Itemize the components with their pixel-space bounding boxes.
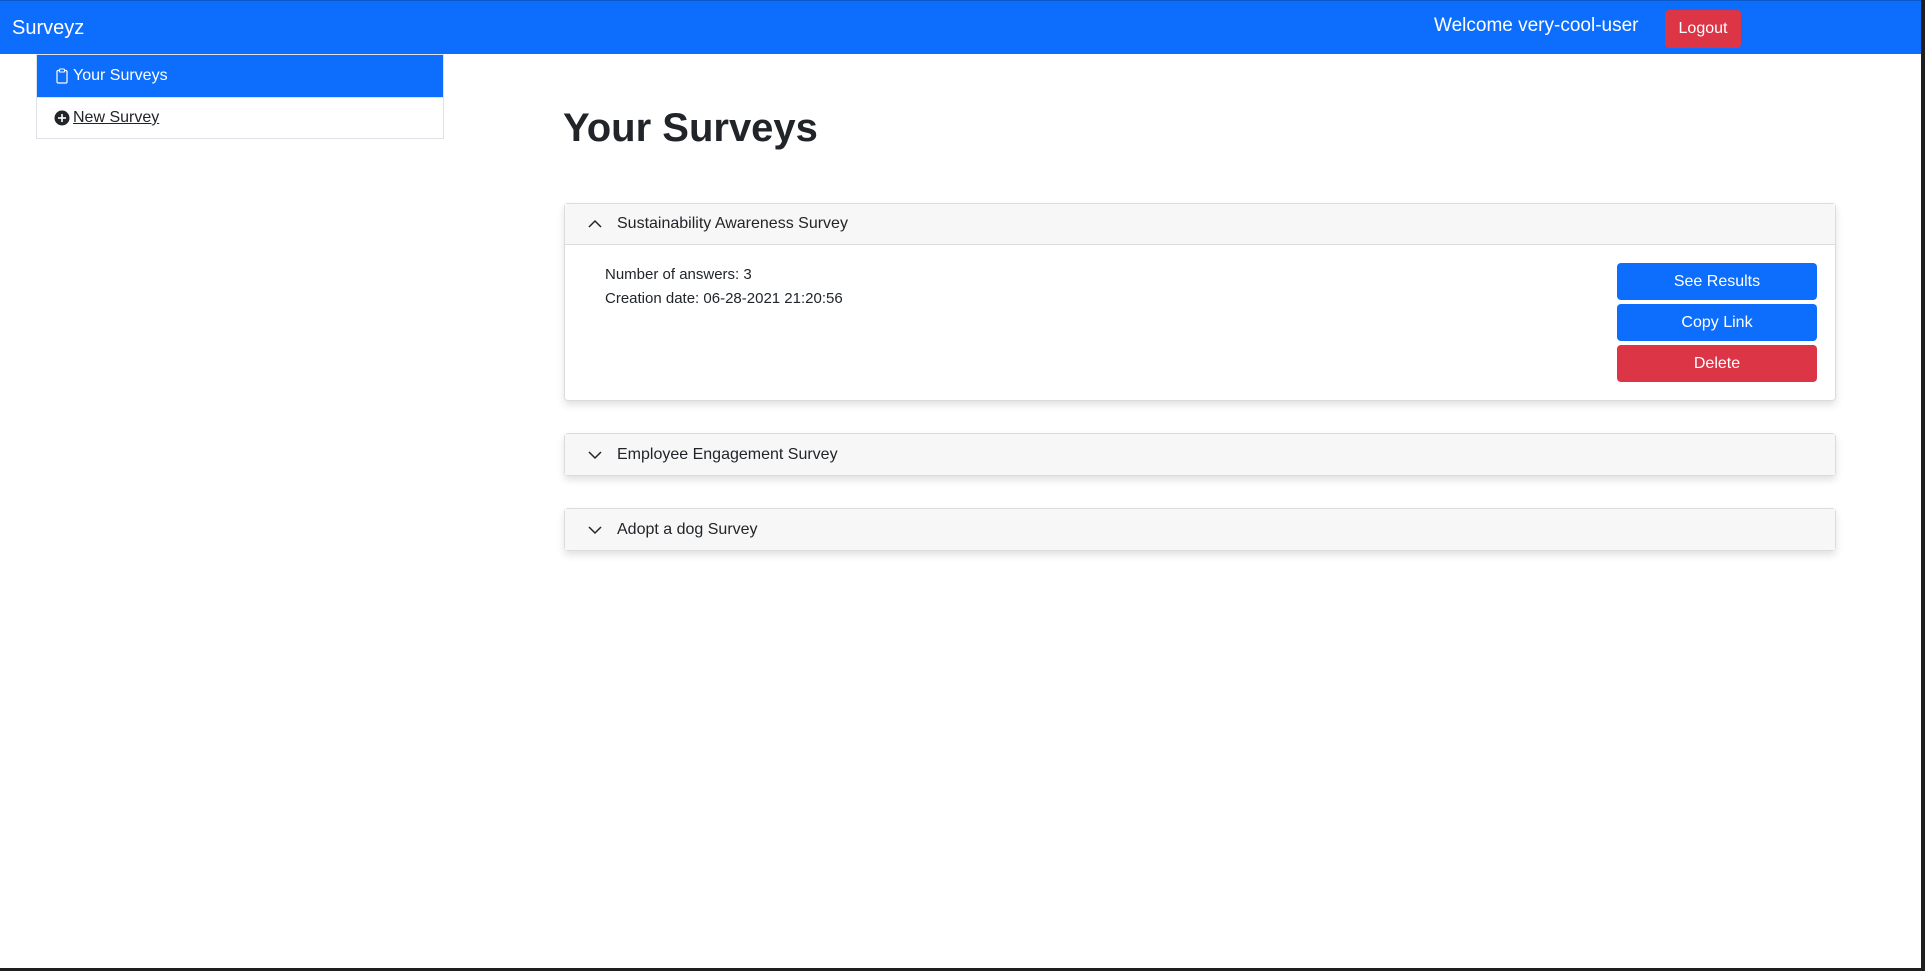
clipboard-icon bbox=[54, 68, 70, 84]
survey-accordion-header[interactable]: Employee Engagement Survey bbox=[565, 434, 1835, 475]
top-navbar: Surveyz Welcome very-cool-user Logout bbox=[0, 0, 1921, 54]
sidebar-item-your-surveys[interactable]: Your Surveys bbox=[37, 55, 443, 97]
survey-accordion-item: Employee Engagement Survey bbox=[564, 433, 1836, 476]
survey-name: Sustainability Awareness Survey bbox=[617, 215, 848, 232]
copy-link-button[interactable]: Copy Link bbox=[1617, 304, 1817, 341]
survey-details: Number of answers: 3 Creation date: 06-2… bbox=[565, 245, 1835, 400]
logout-button[interactable]: Logout bbox=[1665, 10, 1741, 48]
survey-accordion-item: Sustainability Awareness Survey Number o… bbox=[564, 203, 1836, 401]
plus-circle-icon bbox=[54, 110, 70, 126]
chevron-down-icon bbox=[587, 447, 603, 463]
sidebar-item-label: Your Surveys bbox=[73, 67, 168, 84]
creation-date: Creation date: 06-28-2021 21:20:56 bbox=[605, 290, 843, 307]
page-title: Your Surveys bbox=[563, 106, 818, 150]
delete-button[interactable]: Delete bbox=[1617, 345, 1817, 382]
sidebar-item-new-survey[interactable]: New Survey bbox=[37, 97, 443, 138]
survey-name: Employee Engagement Survey bbox=[617, 445, 838, 463]
answers-count: Number of answers: 3 bbox=[605, 266, 752, 283]
chevron-down-icon bbox=[587, 522, 603, 538]
survey-accordion-header[interactable]: Adopt a dog Survey bbox=[565, 509, 1835, 550]
see-results-button[interactable]: See Results bbox=[1617, 263, 1817, 300]
survey-accordion-item: Adopt a dog Survey bbox=[564, 508, 1836, 551]
chevron-up-icon bbox=[587, 216, 603, 232]
survey-meta: Number of answers: 3 Creation date: 06-2… bbox=[605, 263, 843, 311]
sidebar-item-label: New Survey bbox=[73, 109, 160, 126]
app-window: Surveyz Welcome very-cool-user Logout Yo… bbox=[0, 0, 1925, 971]
survey-name: Adopt a dog Survey bbox=[617, 520, 758, 538]
survey-accordion-header[interactable]: Sustainability Awareness Survey bbox=[565, 204, 1835, 245]
welcome-text: Welcome very-cool-user bbox=[1434, 15, 1639, 36]
brand-logo[interactable]: Surveyz bbox=[12, 17, 84, 40]
sidebar: Your Surveys New Survey bbox=[36, 54, 444, 139]
